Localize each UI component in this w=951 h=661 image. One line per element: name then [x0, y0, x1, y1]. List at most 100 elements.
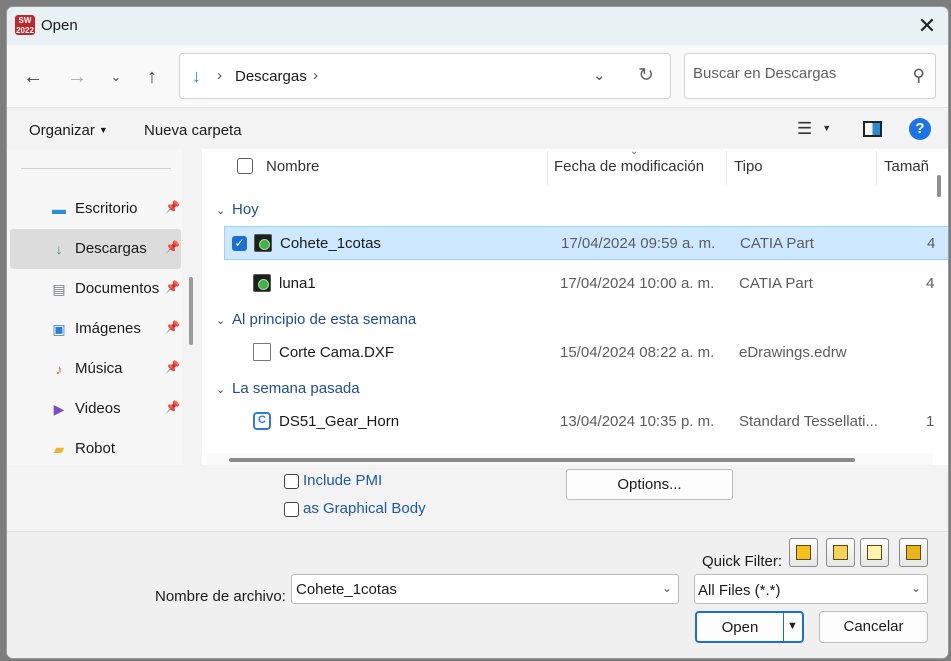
file-row[interactable]: C DS51_Gear_Horn 13/04/2024 10:35 p. m. …: [224, 405, 948, 439]
group-header-esta-semana[interactable]: ⌄ Al principio de esta semana: [216, 311, 416, 335]
forward-arrow-icon[interactable]: →: [65, 65, 89, 89]
filter-assemblies-button[interactable]: [826, 538, 855, 567]
list-view-icon: ☰: [797, 119, 813, 138]
sidebar-scrollbar[interactable]: [189, 277, 193, 345]
filter-parts-button[interactable]: [789, 538, 818, 567]
sidebar-item-videos[interactable]: ▶ Videos 📌: [10, 389, 181, 429]
column-header-name[interactable]: Nombre: [266, 149, 319, 185]
sidebar-item-label: Robot: [75, 440, 116, 457]
close-button[interactable]: ✕: [912, 11, 942, 41]
tessellation-file-icon: C: [253, 412, 271, 430]
sidebar-item-documentos[interactable]: ▤ Documentos 📌: [10, 269, 181, 309]
organize-menu-button[interactable]: Organizar ▼: [29, 122, 108, 139]
up-arrow-icon[interactable]: ↑: [140, 65, 164, 89]
sidebar-item-label: Documentos: [75, 280, 160, 297]
file-type: CATIA Part: [739, 275, 813, 292]
file-list-horizontal-scrollbar[interactable]: [229, 458, 855, 462]
pin-icon[interactable]: 📌: [165, 240, 180, 254]
file-row[interactable]: ✓ Cohete_1cotas 17/04/2024 09:59 a. m. C…: [224, 226, 948, 260]
refresh-icon[interactable]: ↻: [638, 64, 654, 87]
file-type: Standard Tessellati...: [739, 413, 878, 430]
file-name: Corte Cama.DXF: [279, 344, 395, 361]
filename-input[interactable]: [296, 581, 636, 598]
image-icon: ▣: [52, 321, 66, 337]
sidebar-item-escritorio[interactable]: ▬ Escritorio 📌: [10, 189, 181, 229]
pin-icon[interactable]: 📌: [165, 400, 180, 414]
file-list: Nombre ⌄ Fecha de modificación Tipo Tama…: [202, 149, 948, 465]
navigation-bar: ← → ⌄ ↑ ↓ › Descargas › ⌄ ↻ ⚲: [7, 45, 948, 107]
desktop-icon: ▬: [52, 201, 66, 217]
sidebar-item-label: Videos: [75, 400, 121, 417]
pin-icon[interactable]: 📌: [165, 360, 180, 374]
column-header-type[interactable]: Tipo: [734, 149, 763, 185]
filename-combo[interactable]: ⌄: [291, 574, 679, 604]
music-icon: ♪: [55, 361, 63, 377]
part-filter-icon: [796, 545, 811, 560]
breadcrumb-separator-icon[interactable]: ›: [313, 67, 318, 84]
column-divider[interactable]: [876, 151, 877, 185]
preview-pane-icon[interactable]: [863, 121, 882, 137]
file-name: luna1: [279, 275, 316, 292]
column-divider[interactable]: [726, 151, 727, 185]
breadcrumb-descargas[interactable]: Descargas: [235, 68, 307, 85]
file-name: Cohete_1cotas: [280, 235, 381, 252]
download-icon: ↓: [55, 241, 63, 257]
solidworks-app-icon: SW 2022: [15, 15, 35, 35]
sidebar-item-robot[interactable]: ▰ Robot: [10, 429, 181, 465]
cancel-button[interactable]: Cancelar: [819, 611, 928, 643]
address-dropdown-chevron-icon[interactable]: ⌄: [593, 66, 606, 84]
sidebar-item-label: Escritorio: [75, 200, 138, 217]
caret-down-icon[interactable]: ▼: [787, 620, 798, 632]
column-header-size[interactable]: Tamañ: [884, 149, 929, 185]
sidebar-item-musica[interactable]: ♪ Música 📌: [10, 349, 181, 389]
options-button[interactable]: Options...: [566, 469, 733, 500]
filter-top-level-button[interactable]: [899, 538, 928, 567]
file-list-vertical-scrollbar[interactable]: [937, 175, 941, 197]
group-header-hoy[interactable]: ⌄ Hoy: [216, 201, 259, 225]
back-arrow-icon[interactable]: ←: [21, 65, 45, 89]
download-icon: ↓: [192, 66, 201, 86]
breadcrumb-separator-icon[interactable]: ›: [217, 67, 222, 84]
file-type-select[interactable]: All Files (*.*) ⌄: [694, 574, 928, 604]
pin-icon[interactable]: 📌: [165, 320, 180, 334]
select-all-checkbox[interactable]: [237, 158, 253, 174]
pin-icon[interactable]: 📌: [165, 280, 180, 294]
title-bar: SW 2022 Open ✕: [7, 7, 948, 45]
search-input[interactable]: [693, 65, 893, 82]
sidebar-item-descargas[interactable]: ↓ Descargas 📌: [10, 229, 181, 269]
open-dialog: SW 2022 Open ✕ ← → ⌄ ↑ ↓ › Descargas › ⌄ …: [6, 6, 949, 659]
group-header-semana-pasada[interactable]: ⌄ La semana pasada: [216, 380, 360, 404]
file-type-value: All Files (*.*): [698, 582, 781, 599]
file-row[interactable]: Corte Cama.DXF 15/04/2024 08:22 a. m. eD…: [224, 336, 948, 370]
row-checkbox[interactable]: ✓: [232, 236, 247, 251]
collapse-chevron-icon: ⌄: [216, 205, 226, 217]
column-divider[interactable]: [547, 151, 548, 185]
open-button-label[interactable]: Open: [697, 619, 783, 636]
include-pmi-label[interactable]: Include PMI: [303, 472, 382, 489]
graphical-body-checkbox[interactable]: [284, 502, 299, 517]
help-icon[interactable]: ?: [909, 118, 931, 140]
file-row[interactable]: luna1 17/04/2024 10:00 a. m. CATIA Part …: [224, 267, 948, 301]
pin-icon[interactable]: 📌: [165, 200, 180, 214]
chevron-down-icon[interactable]: ⌄: [662, 581, 672, 595]
include-pmi-checkbox[interactable]: [284, 474, 299, 489]
assembly-filter-icon: [833, 545, 848, 560]
document-icon: ▤: [52, 281, 66, 297]
sidebar-item-label: Descargas: [75, 240, 147, 257]
open-split-button[interactable]: Open ▼: [695, 611, 804, 643]
file-size: 4: [926, 275, 935, 292]
graphical-body-label[interactable]: as Graphical Body: [303, 500, 426, 517]
sidebar-item-label: Imágenes: [75, 320, 141, 337]
address-bar[interactable]: ↓ › Descargas › ⌄ ↻: [179, 53, 671, 99]
search-icon[interactable]: ⚲: [913, 66, 925, 86]
navigation-pane: ▬ Escritorio 📌 ↓ Descargas 📌 ▤ Documento…: [7, 149, 182, 465]
quick-filter-label: Quick Filter:: [702, 553, 783, 570]
filter-drawings-button[interactable]: [860, 538, 889, 567]
recent-locations-chevron-icon[interactable]: ⌄: [104, 65, 128, 89]
new-folder-button[interactable]: Nueva carpeta: [144, 122, 242, 139]
view-options-button[interactable]: ☰ ▼: [797, 119, 831, 139]
search-box[interactable]: ⚲: [684, 53, 936, 99]
sidebar-item-imagenes[interactable]: ▣ Imágenes 📌: [10, 309, 181, 349]
column-header-modified[interactable]: Fecha de modificación: [554, 149, 704, 185]
video-icon: ▶: [53, 401, 65, 417]
